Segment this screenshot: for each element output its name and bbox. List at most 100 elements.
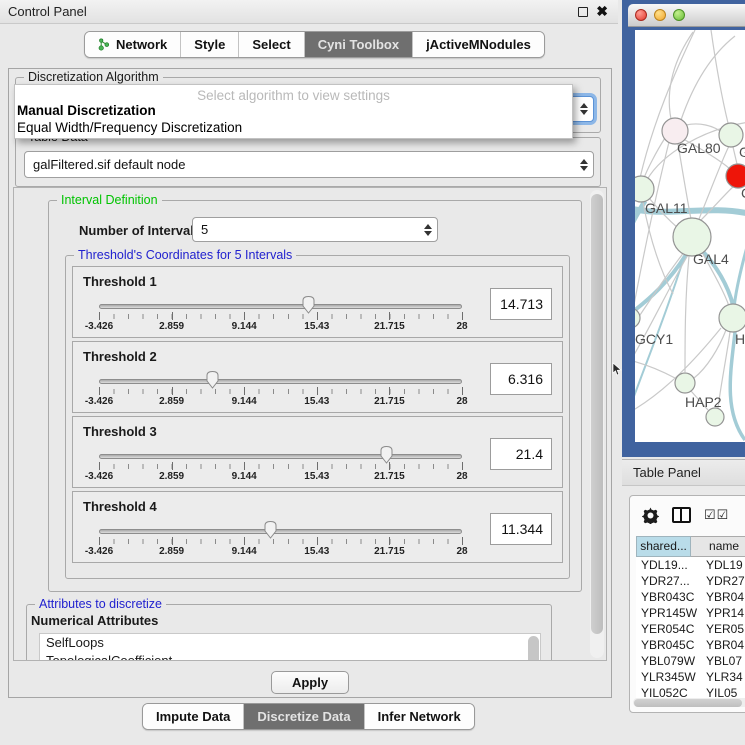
settings-vertical-scrollbar[interactable] xyxy=(590,190,604,658)
column-checkboxes-icon[interactable]: ☑☑ xyxy=(704,507,729,523)
attributes-listbox[interactable]: SelfLoops TopologicalCoefficient Between… xyxy=(39,633,541,661)
tab-label: Discretize Data xyxy=(257,709,350,724)
slider-track[interactable] xyxy=(99,454,462,459)
tab-jactivemnodules[interactable]: jActiveMNodules xyxy=(413,32,544,57)
threshold-2-value[interactable]: 6.316 xyxy=(490,363,552,395)
threshold-label: Threshold 2 xyxy=(83,349,157,364)
threshold-3-value[interactable]: 21.4 xyxy=(490,438,552,470)
threshold-label: Threshold 1 xyxy=(83,274,157,289)
number-of-intervals-combobox[interactable]: 5 xyxy=(192,217,438,242)
control-panel-titlebar: Control Panel ✖ xyxy=(0,0,618,24)
dropdown-option-equal-width[interactable]: Equal Width/Frequency Discretization xyxy=(15,120,572,137)
slider-major-ticks xyxy=(99,387,462,395)
split-view-icon[interactable] xyxy=(672,507,691,523)
column-header-shared[interactable]: shared... xyxy=(636,536,691,557)
network-window[interactable]: GAL80 GA C GAL11 GAL4 GCY1 H HAP2 xyxy=(622,0,745,457)
table-panel-region: Table Panel ☑☑ shared... name YDL19...YD… xyxy=(622,457,745,745)
table-row[interactable]: YPR145WYPR14 xyxy=(636,605,745,621)
node-h[interactable] xyxy=(719,304,745,332)
group-title: Interval Definition xyxy=(57,193,162,207)
scrollbar-thumb[interactable] xyxy=(634,699,742,707)
node-label: GCY1 xyxy=(635,331,673,347)
maximize-traffic-light-icon[interactable] xyxy=(673,9,685,21)
node-gal11[interactable] xyxy=(635,176,654,202)
gear-icon[interactable] xyxy=(642,507,659,524)
table-header-row: shared... name xyxy=(636,536,745,557)
network-canvas[interactable]: GAL80 GA C GAL11 GAL4 GCY1 H HAP2 xyxy=(635,30,745,442)
minimize-traffic-light-icon[interactable] xyxy=(654,9,666,21)
node-label: GAL11 xyxy=(645,200,688,216)
edge xyxy=(669,32,693,119)
cyni-panel: Discretization Algorithm Table Data galF… xyxy=(8,68,612,698)
group-title: Discretization Algorithm xyxy=(24,70,163,84)
tab-style[interactable]: Style xyxy=(181,32,239,57)
column-header-name[interactable]: name xyxy=(691,536,745,557)
list-scrollbar[interactable] xyxy=(528,636,539,661)
table-data-combobox[interactable]: galFiltered.sif default node xyxy=(24,151,594,178)
slider-major-ticks xyxy=(99,537,462,545)
node-label: GA xyxy=(739,144,745,160)
slider-track[interactable] xyxy=(99,379,462,384)
tab-select[interactable]: Select xyxy=(239,32,304,57)
node-gcy1[interactable] xyxy=(635,308,640,328)
apply-button[interactable]: Apply xyxy=(271,671,349,694)
algorithm-dropdown-popup: Select algorithm to view settings Manual… xyxy=(14,84,573,139)
table-row[interactable]: YER054CYER05 xyxy=(636,621,745,637)
edge xyxy=(734,236,745,308)
table-row[interactable]: YBR043CYBR04 xyxy=(636,589,745,605)
table-row[interactable]: YDR27...YDR27 xyxy=(636,573,745,589)
tab-impute-data[interactable]: Impute Data xyxy=(143,704,244,729)
table-row[interactable]: YDL19...YDL19 xyxy=(636,557,745,573)
tab-label: jActiveMNodules xyxy=(426,37,531,52)
tab-discretize-data[interactable]: Discretize Data xyxy=(244,704,364,729)
tab-network[interactable]: Network xyxy=(85,32,181,57)
scrollbar-thumb[interactable] xyxy=(591,194,603,634)
close-icon[interactable]: ✖ xyxy=(596,3,608,20)
node-label: HAP2 xyxy=(685,394,722,410)
threshold-2-slider[interactable]: -3.4262.8599.14415.4321.71528 xyxy=(99,374,462,410)
node-label: GAL80 xyxy=(677,140,721,156)
threshold-4-panel: Threshold 4 -3.4262.8599.14415.4321.7152… xyxy=(72,491,563,563)
table-row[interactable]: YBL079WYBL07 xyxy=(636,653,745,669)
node-label: H xyxy=(735,331,745,347)
combo-arrows-icon xyxy=(575,103,593,115)
attributes-group: Attributes to discretize Numerical Attri… xyxy=(26,604,552,661)
numerical-attributes-label: Numerical Attributes xyxy=(31,613,158,628)
tab-label: Network xyxy=(116,37,167,52)
threshold-1-slider[interactable]: -3.4262.8599.14415.4321.71528 xyxy=(99,299,462,335)
float-window-icon[interactable] xyxy=(578,7,588,17)
bottom-tabbar: Impute Data Discretize Data Infer Networ… xyxy=(0,703,618,729)
table-body: YDL19...YDL19 YDR27...YDR27 YBR043CYBR04… xyxy=(636,557,745,701)
top-tabbar: Network Style Select Cyni Toolbox jActiv… xyxy=(0,31,618,59)
node-label: GAL4 xyxy=(693,251,729,267)
table-panel-container: ☑☑ shared... name YDL19...YDL19 YDR27...… xyxy=(629,495,745,713)
node-label: C xyxy=(741,185,745,201)
table-panel-header: Table Panel xyxy=(622,459,745,486)
table-row[interactable]: YBR045CYBR04 xyxy=(636,637,745,653)
slider-track[interactable] xyxy=(99,304,462,309)
network-window-titlebar[interactable] xyxy=(628,4,745,27)
threshold-1-value[interactable]: 14.713 xyxy=(490,288,552,320)
threshold-4-value[interactable]: 11.344 xyxy=(490,513,552,545)
tab-cyni-toolbox[interactable]: Cyni Toolbox xyxy=(305,32,413,57)
panel-title: Control Panel xyxy=(8,4,87,19)
threshold-label: Threshold 4 xyxy=(83,499,157,514)
close-traffic-light-icon[interactable] xyxy=(635,9,647,21)
threshold-3-slider[interactable]: -3.4262.8599.14415.4321.71528 xyxy=(99,449,462,485)
list-item[interactable]: SelfLoops xyxy=(40,634,540,652)
node-hap2[interactable] xyxy=(675,373,695,393)
number-of-intervals-label: Number of Intervals xyxy=(79,223,201,238)
node-bottom[interactable] xyxy=(706,408,724,426)
slider-track[interactable] xyxy=(99,529,462,534)
dropdown-option-manual[interactable]: Manual Discretization xyxy=(15,103,572,120)
list-item[interactable]: TopologicalCoefficient xyxy=(40,652,540,661)
table-row[interactable]: YLR345WYLR34 xyxy=(636,669,745,685)
threshold-4-slider[interactable]: -3.4262.8599.14415.4321.71528 xyxy=(99,524,462,560)
edge xyxy=(730,332,745,440)
slider-major-ticks xyxy=(99,462,462,470)
table-horizontal-scrollbar[interactable] xyxy=(633,698,745,707)
tab-infer-network[interactable]: Infer Network xyxy=(365,704,474,729)
tab-label: Infer Network xyxy=(378,709,461,724)
slider-tick-labels: -3.4262.8599.14415.4321.71528 xyxy=(99,546,462,558)
combo-value: galFiltered.sif default node xyxy=(25,157,575,172)
